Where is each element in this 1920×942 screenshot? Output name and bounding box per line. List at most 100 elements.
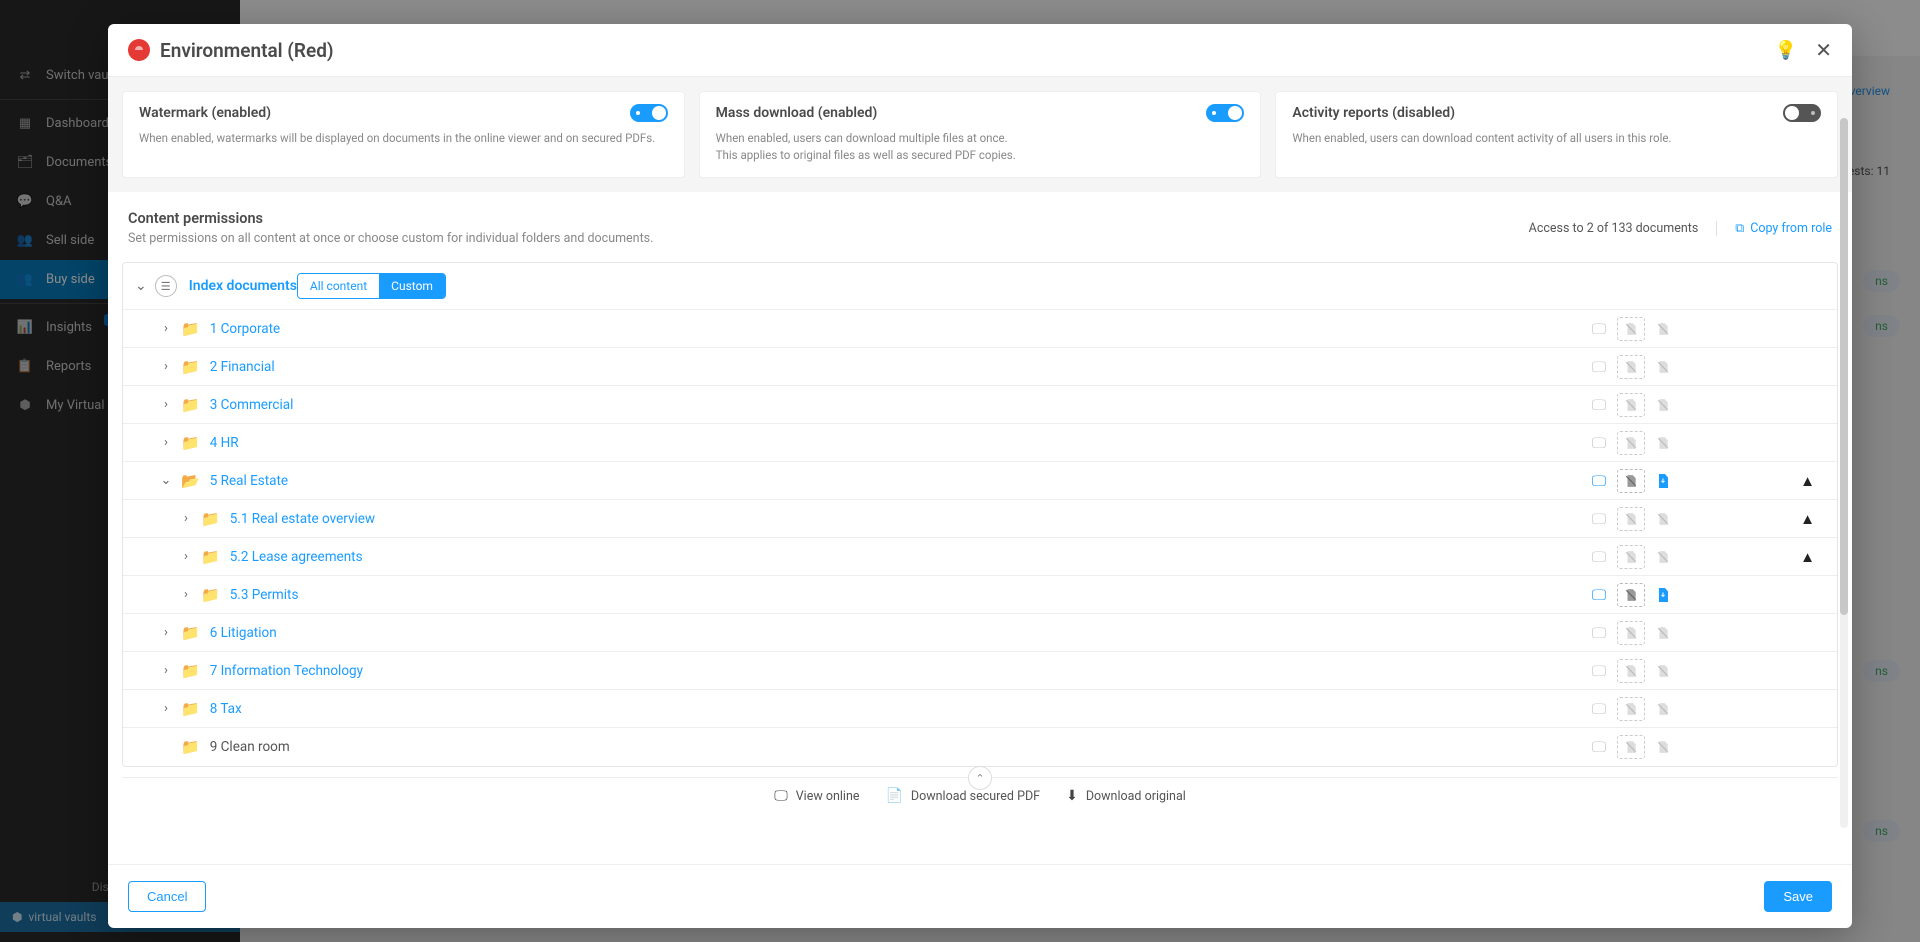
- folder-label[interactable]: 5.1 Real estate overview: [230, 511, 375, 527]
- lightbulb-icon[interactable]: 💡: [1775, 40, 1797, 61]
- download-original-icon[interactable]: [1649, 355, 1677, 379]
- view-online-icon[interactable]: 🖵: [1585, 469, 1613, 493]
- legend-icon: ⬇: [1066, 788, 1078, 804]
- index-label[interactable]: Index documents: [189, 278, 297, 294]
- folder-label[interactable]: 2 Financial: [210, 359, 275, 375]
- download-pdf-icon[interactable]: [1617, 545, 1645, 569]
- folder-icon: 📁: [181, 700, 200, 718]
- modal-footer: Cancel Save: [108, 864, 1852, 928]
- download-original-icon[interactable]: [1649, 393, 1677, 417]
- content-heading: Content permissions: [128, 210, 653, 227]
- setting-title: Activity reports (disabled): [1292, 105, 1455, 121]
- index-icon: ☰: [155, 275, 177, 297]
- chevron-right-icon[interactable]: ›: [175, 587, 197, 602]
- download-pdf-icon[interactable]: [1617, 735, 1645, 759]
- download-original-icon[interactable]: [1649, 431, 1677, 455]
- download-pdf-icon[interactable]: [1617, 621, 1645, 645]
- toggle-switch[interactable]: [1206, 104, 1244, 122]
- chevron-right-icon[interactable]: ›: [155, 321, 177, 336]
- view-online-icon[interactable]: 🖵: [1585, 659, 1613, 683]
- chevron-down-icon[interactable]: ⌄: [135, 278, 147, 294]
- folder-label[interactable]: 9 Clean room: [210, 739, 290, 755]
- chevron-right-icon[interactable]: ›: [155, 397, 177, 412]
- folder-label[interactable]: 1 Corporate: [210, 321, 281, 337]
- permission-icons: 🖵: [1585, 697, 1677, 721]
- view-online-icon[interactable]: 🖵: [1585, 545, 1613, 569]
- toggle-switch[interactable]: [1783, 104, 1821, 122]
- download-pdf-icon[interactable]: [1617, 659, 1645, 683]
- setting-description: When enabled, users can download content…: [1292, 130, 1821, 147]
- tab-custom[interactable]: Custom: [379, 274, 445, 298]
- chevron-right-icon[interactable]: ›: [155, 359, 177, 374]
- view-online-icon[interactable]: 🖵: [1585, 735, 1613, 759]
- copy-from-role-button[interactable]: ⧉ Copy from role: [1716, 221, 1832, 236]
- chevron-right-icon[interactable]: ›: [175, 511, 197, 526]
- download-pdf-icon[interactable]: [1617, 355, 1645, 379]
- folder-row: › 📁 4 HR 🖵: [123, 424, 1837, 462]
- view-online-icon[interactable]: 🖵: [1585, 507, 1613, 531]
- folder-row: › 📁 5.2 Lease agreements 🖵 ▲: [123, 538, 1837, 576]
- toggle-switch[interactable]: [630, 104, 668, 122]
- download-original-icon[interactable]: [1649, 659, 1677, 683]
- chevron-right-icon[interactable]: ›: [155, 701, 177, 716]
- modal-scrollbar[interactable]: [1840, 118, 1848, 828]
- download-pdf-icon[interactable]: [1617, 317, 1645, 341]
- download-pdf-icon[interactable]: [1617, 469, 1645, 493]
- view-online-icon[interactable]: 🖵: [1585, 431, 1613, 455]
- chevron-right-icon[interactable]: ›: [155, 625, 177, 640]
- folder-row: › 📁 2 Financial 🖵: [123, 348, 1837, 386]
- download-original-icon[interactable]: [1649, 621, 1677, 645]
- permission-icons: 🖵: [1585, 355, 1677, 379]
- view-online-icon[interactable]: 🖵: [1585, 317, 1613, 341]
- download-original-icon[interactable]: [1649, 697, 1677, 721]
- download-original-icon[interactable]: [1649, 735, 1677, 759]
- legend-icon: 📄: [885, 788, 902, 804]
- download-original-icon[interactable]: [1649, 545, 1677, 569]
- chevron-down-icon[interactable]: ⌄: [155, 473, 177, 488]
- folder-icon: 📁: [201, 510, 220, 528]
- permission-icons: 🖵: [1585, 393, 1677, 417]
- folder-label[interactable]: 5.3 Permits: [230, 587, 299, 603]
- download-original-icon[interactable]: [1649, 469, 1677, 493]
- warning-icon: ▲: [1800, 548, 1815, 566]
- content-scope-toggle[interactable]: All content Custom: [297, 273, 446, 299]
- chevron-right-icon[interactable]: ›: [155, 663, 177, 678]
- collapse-legend-button[interactable]: ⌃: [968, 766, 992, 790]
- download-original-icon[interactable]: [1649, 317, 1677, 341]
- download-pdf-icon[interactable]: [1617, 583, 1645, 607]
- folder-label[interactable]: 3 Commercial: [210, 397, 294, 413]
- close-icon[interactable]: ✕: [1815, 38, 1832, 62]
- view-online-icon[interactable]: 🖵: [1585, 621, 1613, 645]
- download-original-icon[interactable]: [1649, 583, 1677, 607]
- download-pdf-icon[interactable]: [1617, 393, 1645, 417]
- view-online-icon[interactable]: 🖵: [1585, 393, 1613, 417]
- folder-icon: 📂: [181, 472, 200, 490]
- save-button[interactable]: Save: [1764, 881, 1832, 912]
- cancel-button[interactable]: Cancel: [128, 881, 206, 912]
- permission-icons: 🖵: [1585, 583, 1677, 607]
- folder-label[interactable]: 8 Tax: [210, 701, 242, 717]
- download-pdf-icon[interactable]: [1617, 431, 1645, 455]
- download-original-icon[interactable]: [1649, 507, 1677, 531]
- folder-label[interactable]: 4 HR: [210, 435, 239, 451]
- view-online-icon[interactable]: 🖵: [1585, 697, 1613, 721]
- download-pdf-icon[interactable]: [1617, 697, 1645, 721]
- chevron-right-icon[interactable]: ›: [155, 435, 177, 450]
- folder-label[interactable]: 5 Real Estate: [210, 473, 288, 489]
- tab-all-content[interactable]: All content: [298, 274, 379, 298]
- download-pdf-icon[interactable]: [1617, 507, 1645, 531]
- folder-label[interactable]: 5.2 Lease agreements: [230, 549, 363, 565]
- folder-icon: 📁: [181, 396, 200, 414]
- folder-label[interactable]: 7 Information Technology: [210, 663, 363, 679]
- view-online-icon[interactable]: 🖵: [1585, 583, 1613, 607]
- setting-card: Watermark (enabled) When enabled, waterm…: [122, 91, 685, 178]
- view-online-icon[interactable]: 🖵: [1585, 355, 1613, 379]
- permission-icons: 🖵: [1585, 469, 1677, 493]
- folder-label[interactable]: 6 Litigation: [210, 625, 277, 641]
- chevron-right-icon[interactable]: ›: [175, 549, 197, 564]
- modal-title: Environmental (Red): [160, 39, 334, 62]
- folder-row: › 📁 1 Corporate 🖵: [123, 310, 1837, 348]
- folder-icon: 📁: [201, 586, 220, 604]
- copy-icon: ⧉: [1735, 221, 1744, 236]
- content-subheading: Set permissions on all content at once o…: [128, 231, 653, 246]
